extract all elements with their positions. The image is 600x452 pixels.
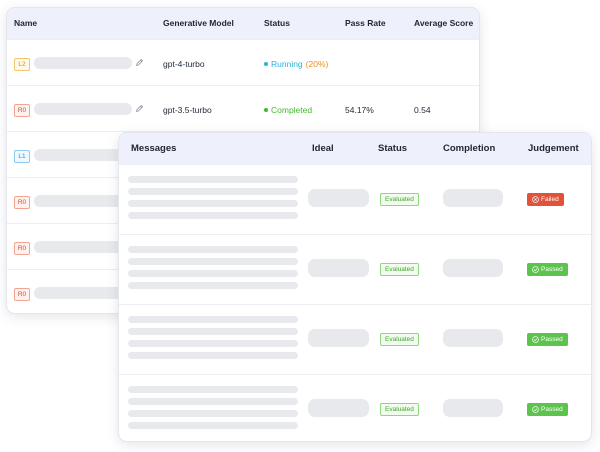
pencil-icon[interactable] (135, 58, 144, 67)
status-label: Running (271, 59, 303, 69)
column-header-pass-rate[interactable]: Pass Rate (345, 8, 386, 39)
generative-model: gpt-4-turbo (163, 59, 205, 69)
check-circle-icon (532, 405, 539, 413)
table-row[interactable]: L2 gpt-4-turbo Running (20%) (7, 39, 479, 86)
level-tag: L1 (14, 150, 30, 163)
status-running: Running (20%) (264, 59, 328, 69)
status-dot (264, 108, 268, 112)
evaluations-table-header: Messages Ideal Status Completion Judgeme… (119, 133, 591, 164)
close-circle-icon (532, 195, 539, 203)
completion-placeholder (443, 399, 503, 417)
status-badge: Evaluated (380, 263, 419, 276)
ideal-placeholder (308, 399, 369, 417)
message-placeholder-line (128, 422, 298, 429)
judgement-label: Passed (541, 266, 563, 273)
table-row[interactable]: Evaluated Passed (119, 234, 591, 305)
column-header-judgement[interactable]: Judgement (528, 133, 579, 164)
judgement-label: Failed (541, 196, 559, 203)
ideal-placeholder (308, 189, 369, 207)
pass-rate: 54.17% (345, 105, 374, 115)
status-label: Completed (271, 105, 313, 115)
evaluations-table-card: Messages Ideal Status Completion Judgeme… (118, 132, 592, 442)
judgement-badge-passed: Passed (527, 403, 568, 416)
level-tag: R0 (14, 242, 30, 255)
message-placeholder-line (128, 200, 298, 207)
message-placeholder-line (128, 398, 298, 405)
table-row[interactable]: Evaluated Failed (119, 164, 591, 235)
status-dot (264, 62, 268, 66)
completion-placeholder (443, 259, 503, 277)
table-row[interactable]: R0 gpt-3.5-turbo Completed 54.17% 0.54 (7, 85, 479, 132)
message-placeholder-line (128, 316, 298, 323)
generative-model: gpt-3.5-turbo (163, 105, 212, 115)
runs-table-header: Name Generative Model Status Pass Rate A… (7, 8, 479, 39)
ideal-placeholder (308, 329, 369, 347)
level-tag: R0 (14, 196, 30, 209)
table-row[interactable]: Evaluated Passed (119, 374, 591, 441)
status-completed: Completed (264, 105, 312, 115)
judgement-badge-passed: Passed (527, 263, 568, 276)
column-header-status[interactable]: Status (378, 133, 407, 164)
level-tag: L2 (14, 58, 30, 71)
column-header-completion[interactable]: Completion (443, 133, 495, 164)
column-header-generative-model[interactable]: Generative Model (163, 8, 234, 39)
run-name-placeholder (34, 103, 132, 115)
completion-placeholder (443, 189, 503, 207)
judgement-label: Passed (541, 336, 563, 343)
judgement-badge-passed: Passed (527, 333, 568, 346)
status-badge: Evaluated (380, 333, 419, 346)
judgement-label: Passed (541, 406, 563, 413)
check-circle-icon (532, 265, 539, 273)
message-placeholder-line (128, 258, 298, 265)
judgement-badge-failed: Failed (527, 193, 564, 206)
run-name-placeholder (34, 57, 132, 69)
column-header-ideal[interactable]: Ideal (312, 133, 334, 164)
check-circle-icon (532, 335, 539, 343)
message-placeholder-line (128, 386, 298, 393)
message-placeholder-line (128, 246, 298, 253)
message-placeholder-line (128, 340, 298, 347)
table-row[interactable]: Evaluated Passed (119, 304, 591, 375)
level-tag: R0 (14, 288, 30, 301)
column-header-average-score[interactable]: Average Score (414, 8, 473, 39)
column-header-status[interactable]: Status (264, 8, 290, 39)
message-placeholder-line (128, 270, 298, 277)
completion-placeholder (443, 329, 503, 347)
message-placeholder-line (128, 328, 298, 335)
message-placeholder-line (128, 282, 298, 289)
status-badge: Evaluated (380, 403, 419, 416)
message-placeholder-line (128, 410, 298, 417)
status-badge: Evaluated (380, 193, 419, 206)
ideal-placeholder (308, 259, 369, 277)
progress-percent: (20%) (305, 59, 329, 69)
average-score: 0.54 (414, 105, 431, 115)
pencil-icon[interactable] (135, 104, 144, 113)
message-placeholder-line (128, 188, 298, 195)
column-header-name[interactable]: Name (14, 8, 37, 39)
message-placeholder-line (128, 352, 298, 359)
message-placeholder-line (128, 212, 298, 219)
message-placeholder-line (128, 176, 298, 183)
column-header-messages[interactable]: Messages (131, 133, 176, 164)
level-tag: R0 (14, 104, 30, 117)
